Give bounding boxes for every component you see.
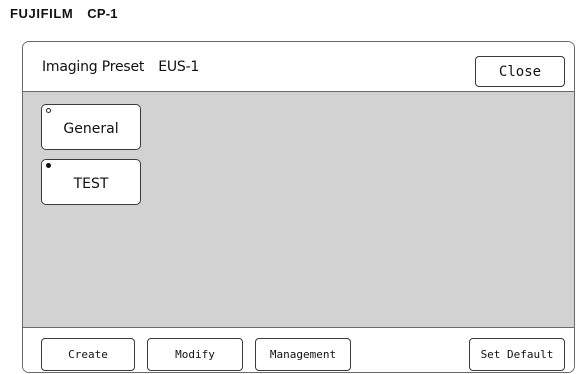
current-preset-name: EUS-1 [158,59,200,75]
preset-label: General [63,121,119,137]
title-text: Imaging Preset [42,59,145,75]
window-header: Imaging Preset EUS-1 Close [23,42,574,92]
action-bar: Create Modify Management Set Default [23,328,574,372]
brand-header: FUJIFILM CP-1 [10,4,118,22]
close-button[interactable]: Close [475,56,565,87]
device-model: CP-1 [87,5,118,21]
create-button[interactable]: Create [41,338,135,371]
modify-button[interactable]: Modify [147,338,243,371]
management-button[interactable]: Management [255,338,351,371]
imaging-preset-window: Imaging Preset EUS-1 Close General TEST C… [22,41,575,373]
preset-label: TEST [73,176,109,192]
set-default-button[interactable]: Set Default [469,338,565,371]
window-title: Imaging Preset EUS-1 [42,59,199,75]
brand-logo: FUJIFILM [10,5,74,21]
preset-button-general[interactable]: General [41,104,141,150]
preset-button-test[interactable]: TEST [41,159,141,205]
preset-list-area: General TEST [23,92,574,328]
preset-indicator-filled-icon [46,163,51,168]
preset-indicator-empty-icon [46,108,51,113]
